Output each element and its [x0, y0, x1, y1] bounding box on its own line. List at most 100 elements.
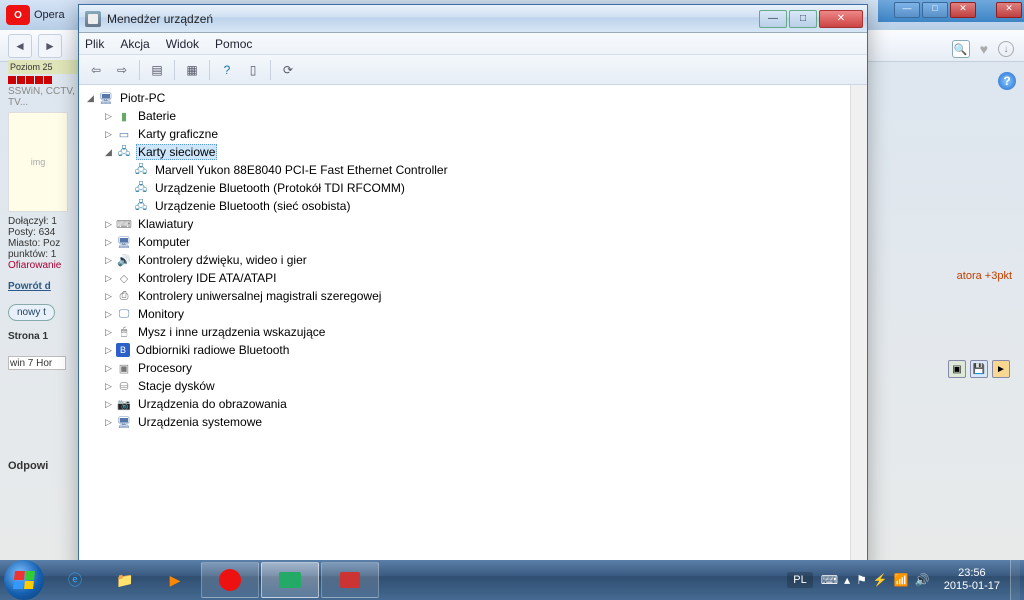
- back-link[interactable]: Powrót d: [8, 281, 51, 292]
- tree-node-display-adapters[interactable]: ▷ ▭ Karty graficzne: [81, 125, 848, 143]
- start-button[interactable]: [4, 560, 44, 600]
- expand-icon[interactable]: ▷: [103, 111, 114, 122]
- user-posts: Posty: 634: [8, 227, 78, 238]
- scan-hardware-button[interactable]: ▯: [242, 59, 264, 81]
- bg-close-button-3[interactable]: ✕: [996, 2, 1022, 18]
- menu-action[interactable]: Akcja: [120, 37, 149, 51]
- action-icon[interactable]: ►: [992, 360, 1010, 378]
- expand-icon[interactable]: ▷: [103, 237, 114, 248]
- tree-node-network-device[interactable]: 🖧 Urządzenie Bluetooth (sieć osobista): [81, 197, 848, 215]
- tray-flag-icon[interactable]: ⚑: [856, 573, 867, 587]
- taskbar-ie[interactable]: ⓔ: [51, 562, 99, 598]
- action-icon[interactable]: 💾: [970, 360, 988, 378]
- tree-node-ide[interactable]: ▷ ◇ Kontrolery IDE ATA/ATAPI: [81, 269, 848, 287]
- tree-node-system-devices[interactable]: ▷ 🖥 Urządzenia systemowe: [81, 413, 848, 431]
- taskbar-opera[interactable]: [201, 562, 259, 598]
- show-hide-console-button[interactable]: ▤: [146, 59, 168, 81]
- action-icon[interactable]: ▣: [948, 360, 966, 378]
- tree-node-network-device[interactable]: 🖧 Urządzenie Bluetooth (Protokół TDI RFC…: [81, 179, 848, 197]
- show-desktop-button[interactable]: [1010, 560, 1020, 600]
- taskbar-toolbox[interactable]: [321, 562, 379, 598]
- tray-keyboard-icon[interactable]: ⌨: [821, 573, 838, 587]
- tray-volume-icon[interactable]: 🔊: [915, 573, 930, 587]
- new-topic-button[interactable]: nowy t: [8, 304, 55, 321]
- expand-icon[interactable]: ▷: [103, 417, 114, 428]
- windows-logo-icon: [13, 571, 35, 589]
- processor-icon: ▣: [116, 360, 132, 376]
- tree-node-network-device[interactable]: 🖧 Marvell Yukon 88E8040 PCI-E Fast Ether…: [81, 161, 848, 179]
- menu-help[interactable]: Pomoc: [215, 37, 252, 51]
- forward-button[interactable]: ►: [38, 34, 62, 58]
- computer-icon: 🖥: [98, 90, 114, 106]
- tree-node-batteries[interactable]: ▷ ▮ Baterie: [81, 107, 848, 125]
- post-textarea[interactable]: win 7 Hor: [8, 356, 66, 370]
- titlebar[interactable]: Menedżer urządzeń — □ ✕: [79, 5, 867, 33]
- clock[interactable]: 23:56 2015-01-17: [938, 567, 1006, 593]
- properties-button[interactable]: ▦: [181, 59, 203, 81]
- expand-icon[interactable]: ▷: [103, 363, 114, 374]
- expand-icon[interactable]: ▷: [103, 399, 114, 410]
- nav-forward-button[interactable]: ⇨: [111, 59, 133, 81]
- browser-name: Opera: [34, 9, 65, 21]
- maximize-button[interactable]: □: [789, 10, 817, 28]
- menu-file[interactable]: Plik: [85, 37, 104, 51]
- background-window-controls-3: ✕: [978, 0, 1024, 22]
- taskbar-media-player[interactable]: ▶: [151, 562, 199, 598]
- expand-icon[interactable]: ▷: [103, 129, 114, 140]
- tree-node-imaging[interactable]: ▷ 📷 Urządzenia do obrazowania: [81, 395, 848, 413]
- collapse-icon[interactable]: ◢: [103, 147, 114, 158]
- opera-icon: O: [6, 5, 30, 25]
- network-device-icon: 🖧: [133, 180, 149, 196]
- update-driver-button[interactable]: ⟳: [277, 59, 299, 81]
- user-city: Miasto: Poz: [8, 238, 78, 249]
- tree-root[interactable]: ◢ 🖥 Piotr-PC: [81, 89, 848, 107]
- expand-icon[interactable]: ▷: [103, 345, 114, 356]
- tree-node-sound[interactable]: ▷ 🔊 Kontrolery dźwięku, wideo i gier: [81, 251, 848, 269]
- tray-power-icon[interactable]: ⚡: [873, 573, 888, 587]
- tree-node-computer[interactable]: ▷ 🖥 Komputer: [81, 233, 848, 251]
- taskbar-device-manager[interactable]: [261, 562, 319, 598]
- tray-chevron-icon[interactable]: ▴: [844, 573, 850, 587]
- bg-close-button[interactable]: ✕: [950, 2, 976, 18]
- expand-icon[interactable]: ▷: [103, 381, 114, 392]
- expand-icon[interactable]: ▷: [103, 273, 114, 284]
- scrollbar[interactable]: [850, 85, 867, 573]
- minimize-button[interactable]: —: [759, 10, 787, 28]
- close-button[interactable]: ✕: [819, 10, 863, 28]
- expand-icon[interactable]: ▷: [103, 327, 114, 338]
- tree-node-bluetooth[interactable]: ▷ B Odbiorniki radiowe Bluetooth: [81, 341, 848, 359]
- back-button[interactable]: ◄: [8, 34, 32, 58]
- nav-back-button[interactable]: ⇦: [85, 59, 107, 81]
- tree-node-usb[interactable]: ▷ ⎙ Kontrolery uniwersalnej magistrali s…: [81, 287, 848, 305]
- tray-network-icon[interactable]: 📶: [894, 573, 909, 587]
- expand-icon[interactable]: ▷: [103, 309, 114, 320]
- download-icon[interactable]: ↓: [998, 41, 1014, 57]
- background-window-controls-2: — □ ✕: [878, 0, 978, 22]
- menu-view[interactable]: Widok: [166, 37, 199, 51]
- tree-node-monitors[interactable]: ▷ 🖵 Monitory: [81, 305, 848, 323]
- language-indicator[interactable]: PL: [787, 572, 812, 588]
- user-tags: SSWiN, CCTV, TV...: [8, 86, 78, 108]
- expand-icon[interactable]: ▷: [103, 219, 114, 230]
- help-button[interactable]: ?: [216, 59, 238, 81]
- toolbar: ⇦ ⇨ ▤ ▦ ? ▯ ⟳: [79, 55, 867, 85]
- avatar: img: [8, 112, 68, 212]
- taskbar-explorer[interactable]: 📁: [101, 562, 149, 598]
- bg-min-button[interactable]: —: [894, 2, 920, 18]
- tree-node-network-adapters[interactable]: ◢ 🖧 Karty sieciowe: [81, 143, 848, 161]
- favorite-icon[interactable]: ♥: [980, 41, 988, 57]
- mouse-icon: 🖱: [116, 324, 132, 340]
- tree-node-processors[interactable]: ▷ ▣ Procesory: [81, 359, 848, 377]
- collapse-icon[interactable]: ◢: [85, 93, 96, 104]
- expand-icon[interactable]: ▷: [103, 255, 114, 266]
- device-manager-window: Menedżer urządzeń — □ ✕ Plik Akcja Widok…: [78, 4, 868, 574]
- device-tree[interactable]: ◢ 🖥 Piotr-PC ▷ ▮ Baterie ▷ ▭ Karty grafi…: [79, 85, 850, 573]
- expand-icon[interactable]: ▷: [103, 291, 114, 302]
- tree-node-mice[interactable]: ▷ 🖱 Mysz i inne urządzenia wskazujące: [81, 323, 848, 341]
- tree-node-keyboards[interactable]: ▷ ⌨ Klawiatury: [81, 215, 848, 233]
- search-icon[interactable]: 🔍: [952, 40, 970, 58]
- tree-node-disk-drives[interactable]: ▷ ⛁ Stacje dysków: [81, 377, 848, 395]
- bg-max-button[interactable]: □: [922, 2, 948, 18]
- gadget-icon: [279, 572, 301, 588]
- help-icon[interactable]: ?: [998, 72, 1016, 90]
